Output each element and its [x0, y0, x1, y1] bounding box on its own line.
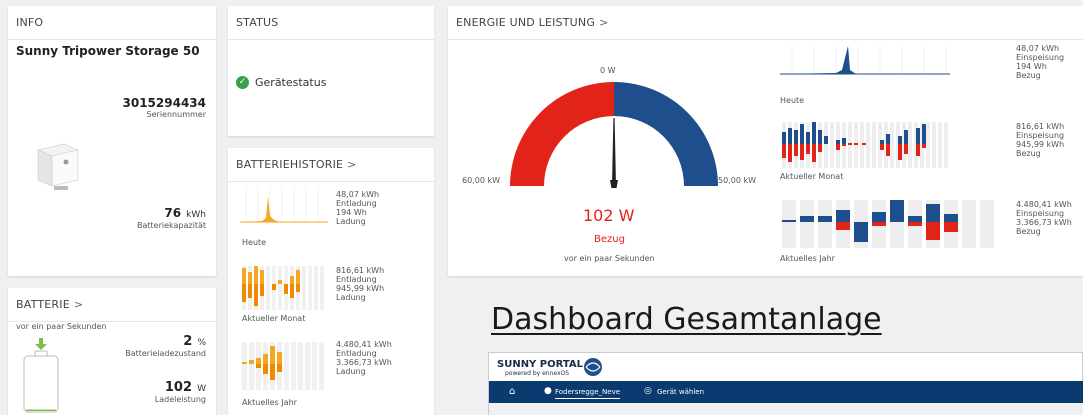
portal-nav-bar: ⌂ ● Fodersregge_Neve ◎ Gerät wählen	[489, 381, 1083, 403]
battery-history-row-today: Heute 48,07 kWh Entladung 194 Wh Ladung	[228, 186, 434, 250]
energy-year-chart	[782, 200, 994, 248]
globe-icon: ◎	[644, 386, 652, 396]
battery-card-title[interactable]: BATTERIE >	[8, 288, 216, 322]
device-status: Gerätestatus	[255, 76, 327, 89]
charge-label: Ladung	[336, 217, 366, 226]
soc-label: Batterieladezustand	[125, 349, 206, 358]
info-card: INFO Sunny Tripower Storage 50 301529443…	[8, 6, 216, 276]
gauge-top-label: 0 W	[600, 66, 616, 75]
power-value: 102	[164, 380, 192, 395]
period-label: Aktueller Monat	[780, 172, 844, 181]
feed-in-label: Einspeisung	[1016, 53, 1065, 62]
energy-month-chart	[782, 122, 948, 168]
portal-logo-icon	[583, 357, 603, 377]
energy-today-chart	[780, 46, 950, 75]
power-direction: Bezug	[594, 234, 625, 245]
feed-in-label: Einspeisung	[1016, 209, 1065, 218]
serial-number: 3015294434	[122, 96, 207, 110]
portal-preview: SUNNY PORTAL powered by ennexOS ⌂ ● Fode…	[488, 352, 1083, 415]
check-circle-icon: ✓	[236, 76, 249, 89]
charge-label: Ladung	[336, 293, 366, 302]
power-label: Ladeleistung	[154, 395, 206, 404]
period-label: Heute	[242, 238, 267, 247]
chevron-right-icon: >	[73, 298, 84, 311]
feed-in-value: 4.480,41 kWh	[1016, 200, 1072, 209]
battery-history-row-year: Aktuelles Jahr 4.480,41 kWh Entladung 3.…	[228, 336, 434, 415]
device-image	[28, 136, 88, 196]
discharge-label: Entladung	[336, 199, 377, 208]
period-label: Aktuelles Jahr	[780, 254, 835, 263]
grid-draw-value: 194 Wh	[1016, 62, 1047, 71]
power-time: vor ein paar Sekunden	[564, 254, 655, 263]
energy-row-year: Aktuelles Jahr 4.480,41 kWh Einspeisung …	[778, 196, 1078, 272]
serial-label: Seriennummer	[146, 110, 206, 119]
period-label: Aktuelles Jahr	[242, 398, 297, 407]
capacity-value: 76	[164, 206, 182, 220]
status-card: STATUS ✓ Gerätestatus	[228, 6, 434, 136]
feed-in-label: Einspeisung	[1016, 131, 1065, 140]
charge-value: 3.366,73 kWh	[336, 358, 392, 367]
feed-in-value: 816,61 kWh	[1016, 122, 1065, 131]
period-label: Heute	[780, 96, 805, 105]
gauge-right-label: 50,00 kW	[718, 176, 756, 185]
power-unit: W	[197, 384, 206, 394]
soc-value: 2	[183, 334, 193, 349]
nav-plant[interactable]: Fodersregge_Neve	[555, 388, 621, 399]
grid-draw-value: 945,99 kWh	[1016, 140, 1065, 149]
battery-year-chart	[242, 342, 324, 390]
energy-card-title[interactable]: ENERGIE UND LEISTUNG >	[448, 6, 1083, 40]
chevron-right-icon: >	[347, 158, 357, 171]
battery-month-chart	[242, 266, 324, 310]
power-value: 102 W	[583, 206, 635, 225]
grid-draw-value: 3.366,73 kWh	[1016, 218, 1072, 227]
energy-card: ENERGIE UND LEISTUNG > 0 W 60,00 kW 50,00…	[448, 6, 1083, 276]
battery-time: vor ein paar Sekunden	[16, 322, 107, 331]
battery-icon	[22, 350, 60, 415]
period-label: Aktueller Monat	[242, 314, 306, 323]
dashboard-heading: Dashboard Gesamtanlage	[491, 302, 882, 337]
energy-row-today: Heute 48,07 kWh Einspeisung 194 Wh Bezug	[778, 44, 1078, 110]
soc-unit: %	[197, 338, 206, 348]
portal-name: SUNNY PORTAL	[497, 359, 584, 370]
feed-in-value: 48,07 kWh	[1016, 44, 1060, 53]
battery-history-title[interactable]: BATTERIEHISTORIE >	[228, 148, 434, 182]
charge-label: Ladung	[336, 367, 366, 376]
grid-draw-label: Bezug	[1016, 71, 1041, 80]
nav-device-select[interactable]: Gerät wählen	[657, 388, 704, 396]
capacity-unit: kWh	[186, 210, 206, 220]
energy-row-month: Aktueller Monat 816,61 kWh Einspeisung 9…	[778, 118, 1078, 188]
chevron-right-icon: >	[599, 16, 609, 29]
device-name: Sunny Tripower Storage 50	[16, 44, 200, 58]
battery-history-card: BATTERIEHISTORIE > Heute 48,07 kWh Entlad…	[228, 148, 434, 415]
info-card-title: INFO	[8, 6, 216, 40]
capacity-label: Batteriekapazität	[137, 221, 206, 230]
grid-draw-label: Bezug	[1016, 149, 1041, 158]
status-card-title: STATUS	[228, 6, 434, 40]
battery-card: BATTERIE > vor ein paar Sekunden 2 % Batt…	[8, 288, 216, 415]
discharge-label: Entladung	[336, 349, 377, 358]
charge-value: 194 Wh	[336, 208, 367, 217]
grid-draw-label: Bezug	[1016, 227, 1041, 236]
discharge-value: 48,07 kWh	[336, 190, 380, 199]
discharge-value: 4.480,41 kWh	[336, 340, 392, 349]
gauge-left-label: 60,00 kW	[462, 176, 500, 185]
charge-value: 945,99 kWh	[336, 284, 385, 293]
charging-arrow-icon	[34, 338, 48, 350]
battery-history-row-month: Aktueller Monat 816,61 kWh Entladung 945…	[228, 260, 434, 330]
discharge-label: Entladung	[336, 275, 377, 284]
power-gauge	[504, 76, 724, 188]
home-icon[interactable]: ⌂	[509, 386, 515, 397]
battery-today-chart	[240, 188, 328, 223]
location-pin-icon: ●	[544, 386, 552, 396]
portal-sub: powered by ennexOS	[505, 370, 570, 377]
discharge-value: 816,61 kWh	[336, 266, 385, 275]
